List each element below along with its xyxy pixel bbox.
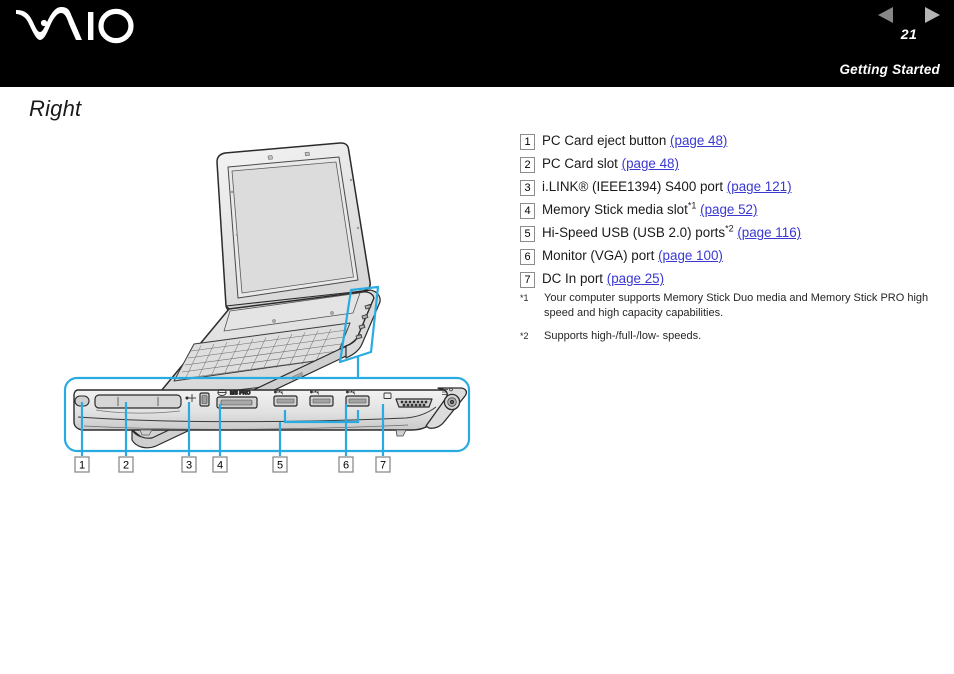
svg-text:4: 4	[217, 460, 223, 472]
spec-number-3: 3	[520, 180, 535, 196]
spec-label-3: i.LINK® (IEEE1394) S400 port (page 121)	[542, 178, 944, 196]
svg-text:MS PRO: MS PRO	[230, 391, 250, 397]
callout-2: 2	[118, 456, 134, 473]
section-label: Getting Started	[839, 62, 940, 77]
footnote-1: *1 Your computer supports Memory Stick D…	[520, 291, 944, 320]
header-bar: 21 Getting Started	[0, 0, 954, 87]
footnote-body-1: Your computer supports Memory Stick Duo …	[544, 292, 929, 319]
svg-text:1: 1	[79, 460, 85, 472]
spec-row-1: 1 PC Card eject button (page 48)	[520, 132, 944, 150]
spec-number-7: 7	[520, 272, 535, 288]
spec-row-3: 3 i.LINK® (IEEE1394) S400 port (page 121…	[520, 178, 944, 196]
page-link-2[interactable]: (page 48)	[622, 156, 679, 171]
spec-row-7: 7 DC In port (page 25)	[520, 270, 944, 288]
spec-row-2: 2 PC Card slot (page 48)	[520, 155, 944, 173]
laptop-right-side-diagram: MS PRO 1 2 3 4 5 6 7	[40, 130, 490, 490]
spec-label-2: PC Card slot (page 48)	[542, 155, 944, 173]
spec-text-3: i.LINK® (IEEE1394) S400 port	[542, 179, 727, 194]
svg-text:2: 2	[123, 460, 129, 472]
svg-text:5: 5	[277, 460, 283, 472]
callout-7: 7	[375, 456, 391, 473]
svg-text:3: 3	[186, 460, 192, 472]
footnote-2: *2 Supports high-/full-/low- speeds.	[520, 329, 944, 348]
spec-text-5: Hi-Speed USB (USB 2.0) ports	[542, 225, 726, 240]
spec-text-4: Memory Stick media slot	[542, 202, 688, 217]
spec-text-7: DC In port	[542, 271, 607, 286]
spec-row-4: 4 Memory Stick media slot*1 (page 52)	[520, 201, 944, 219]
svg-text:6: 6	[343, 460, 349, 472]
triangle-right-icon[interactable]	[925, 7, 940, 23]
footnote-ref-2: *2	[725, 223, 734, 234]
port-spec-list: 1 PC Card eject button (page 48) 2 PC Ca…	[520, 132, 944, 293]
callout-1: 1	[74, 456, 90, 473]
spec-text-2: PC Card slot	[542, 156, 622, 171]
spec-row-5: 5 Hi-Speed USB (USB 2.0) ports*2 (page 1…	[520, 224, 944, 242]
footnote-marker-1: *1	[520, 291, 544, 310]
spec-label-1: PC Card eject button (page 48)	[542, 132, 944, 150]
page-link-4[interactable]: (page 52)	[700, 202, 757, 217]
page-link-5[interactable]: (page 116)	[737, 225, 801, 240]
spec-row-6: 6 Monitor (VGA) port (page 100)	[520, 247, 944, 265]
footnote-body-2: Supports high-/full-/low- speeds.	[544, 330, 702, 342]
footnotes: *1 Your computer supports Memory Stick D…	[520, 291, 944, 357]
vaio-logo	[14, 6, 138, 46]
spec-number-2: 2	[520, 157, 535, 173]
spec-label-5: Hi-Speed USB (USB 2.0) ports*2 (page 116…	[542, 224, 944, 242]
footnote-marker-text-1: *1	[520, 293, 529, 303]
spec-number-5: 5	[520, 226, 535, 242]
page-link-6[interactable]: (page 100)	[658, 248, 723, 263]
spec-number-4: 4	[520, 203, 535, 219]
spec-label-4: Memory Stick media slot*1 (page 52)	[542, 201, 944, 219]
spec-number-6: 6	[520, 249, 535, 265]
callout-numbers: 1 2 3 4 5 6 7	[74, 456, 391, 473]
callout-5: 5	[272, 456, 288, 473]
svg-text:7: 7	[380, 460, 386, 472]
navigation-arrows[interactable]	[878, 7, 940, 23]
spec-number-1: 1	[520, 134, 535, 150]
footnote-ref-1: *1	[687, 200, 697, 211]
spec-text-1: PC Card eject button	[542, 133, 671, 148]
callout-6: 6	[338, 456, 354, 473]
page-link-3[interactable]: (page 121)	[727, 179, 792, 194]
spec-label-6: Monitor (VGA) port (page 100)	[542, 247, 944, 265]
footnote-marker-2: *2	[520, 329, 544, 348]
callout-4: 4	[212, 456, 228, 473]
footnote-marker-text-2: *2	[520, 331, 529, 341]
page-link-1[interactable]: (page 48)	[670, 133, 727, 148]
page-title: Right	[29, 96, 82, 121]
triangle-left-icon[interactable]	[878, 7, 893, 23]
spec-label-7: DC In port (page 25)	[542, 270, 944, 288]
page-number: 21	[900, 26, 918, 42]
spec-text-6: Monitor (VGA) port	[542, 248, 659, 263]
page-link-7[interactable]: (page 25)	[607, 271, 664, 286]
callout-3: 3	[181, 456, 197, 473]
